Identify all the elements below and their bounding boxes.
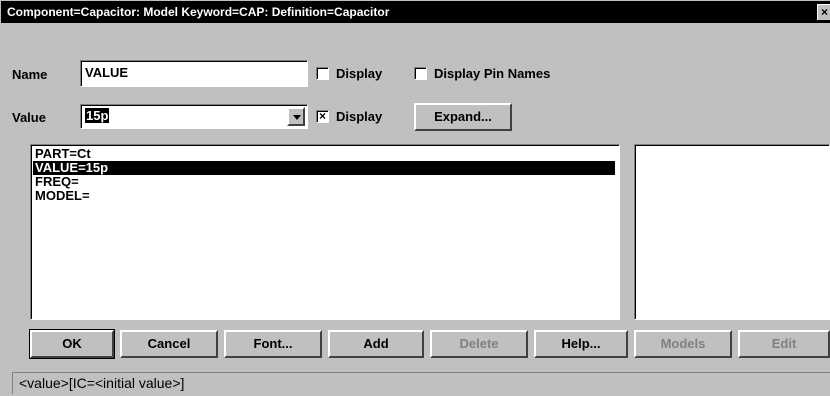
name-display-checkbox[interactable] bbox=[316, 67, 329, 80]
delete-button-label: Delete bbox=[459, 336, 499, 351]
list-item-selected[interactable]: VALUE=15p bbox=[33, 161, 615, 175]
name-label: Name bbox=[12, 67, 48, 82]
edit-button-label: Edit bbox=[771, 336, 797, 351]
font-button[interactable]: Font... bbox=[224, 330, 322, 358]
dropdown-arrow-icon bbox=[293, 115, 301, 120]
name-display-label: Display bbox=[336, 66, 383, 81]
delete-button[interactable]: Delete bbox=[430, 330, 528, 358]
list-item[interactable]: MODEL= bbox=[33, 189, 615, 203]
models-button[interactable]: Models bbox=[634, 330, 732, 358]
ok-button[interactable]: OK bbox=[29, 329, 115, 359]
add-button[interactable]: Add bbox=[328, 330, 424, 358]
value-combobox-value: 15p bbox=[85, 108, 110, 123]
font-button-label: Font... bbox=[253, 336, 293, 351]
list-item[interactable]: PART=Ct bbox=[33, 147, 615, 161]
display-pin-names-label: Display Pin Names bbox=[434, 66, 551, 81]
name-input-value: VALUE bbox=[85, 65, 129, 80]
window-title: Component=Capacitor: Model Keyword=CAP: … bbox=[7, 5, 390, 19]
value-label: Value bbox=[12, 110, 46, 125]
expand-button[interactable]: Expand... bbox=[414, 103, 512, 131]
help-button[interactable]: Help... bbox=[534, 330, 628, 358]
value-combobox[interactable]: 15p bbox=[80, 104, 308, 129]
value-dropdown-button[interactable] bbox=[287, 107, 305, 126]
value-display-checkbox[interactable]: × bbox=[316, 110, 329, 123]
value-combobox-text-wrap: 15p bbox=[85, 108, 110, 123]
help-button-label: Help... bbox=[561, 336, 601, 351]
list-item[interactable]: FREQ= bbox=[33, 175, 615, 189]
value-display-label: Display bbox=[336, 109, 383, 124]
display-pin-names-checkbox[interactable] bbox=[414, 67, 427, 80]
status-text: <value>[IC=<initial value>] bbox=[19, 375, 185, 391]
close-icon[interactable]: × bbox=[817, 4, 830, 20]
status-bar: <value>[IC=<initial value>] bbox=[12, 372, 830, 394]
add-button-label: Add bbox=[363, 336, 389, 351]
edit-button[interactable]: Edit bbox=[738, 330, 830, 358]
cancel-button[interactable]: Cancel bbox=[120, 330, 218, 358]
title-bar: Component=Capacitor: Model Keyword=CAP: … bbox=[1, 1, 830, 23]
cancel-button-label: Cancel bbox=[147, 336, 191, 351]
component-dialog: Component=Capacitor: Model Keyword=CAP: … bbox=[0, 0, 830, 396]
models-list[interactable] bbox=[634, 144, 830, 320]
models-button-label: Models bbox=[660, 336, 706, 351]
name-input[interactable]: VALUE bbox=[80, 60, 308, 87]
expand-button-label: Expand... bbox=[434, 109, 492, 124]
ok-button-label: OK bbox=[62, 336, 82, 351]
attribute-list[interactable]: PART=Ct VALUE=15p FREQ= MODEL= bbox=[30, 144, 620, 320]
